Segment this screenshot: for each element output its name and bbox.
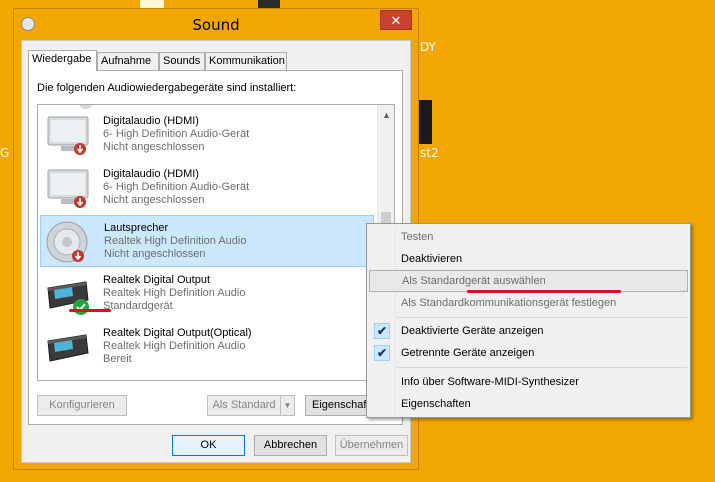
desktop-icon-tile-3 — [418, 100, 432, 144]
device-status: Bereit — [103, 353, 132, 365]
menu-item-set-default[interactable]: Als Standardgerät auswählen — [369, 270, 688, 292]
window-title: Sound — [192, 16, 240, 34]
default-check-badge-icon — [73, 299, 89, 315]
menu-separator — [397, 367, 687, 368]
context-menu: Testen Deaktivieren Als Standardgerät au… — [366, 223, 691, 418]
digital-receiver-icon — [47, 334, 89, 362]
desktop-label-g: G — [0, 146, 10, 160]
device-description: 6- High Definition Audio-Gerät — [103, 181, 250, 193]
device-item[interactable]: Realtek Digital Output(Optical) Realtek … — [40, 321, 392, 373]
device-description: Realtek High Definition Audio — [103, 287, 246, 299]
cancel-button[interactable]: Abbrechen — [254, 435, 327, 456]
device-item-selected[interactable]: Lautsprecher Realtek High Definition Aud… — [40, 215, 374, 267]
device-name: Realtek Digital Output(Optical) — [103, 327, 252, 339]
ok-button[interactable]: OK — [172, 435, 245, 456]
device-status: Nicht angeschlossen — [103, 194, 205, 206]
device-status: Standardgerät — [103, 300, 173, 312]
desktop-icon-tile-1 — [140, 0, 164, 8]
disconnected-badge-icon — [74, 143, 86, 155]
menu-item-deaktivieren[interactable]: Deaktivieren — [369, 248, 688, 270]
checkmark-icon: ✔ — [374, 345, 390, 361]
menu-item-show-disabled-devices[interactable]: ✔ Deaktivierte Geräte anzeigen — [369, 320, 688, 342]
menu-item-properties[interactable]: Eigenschaften — [369, 393, 688, 415]
checkmark-icon: ✔ — [374, 323, 390, 339]
device-list[interactable]: Digitalaudio (HDMI) 6- High Definition A… — [37, 104, 395, 381]
device-item[interactable]: Digitalaudio (HDMI) 6- High Definition A… — [40, 109, 374, 161]
device-item[interactable]: Digitalaudio (HDMI) 6- High Definition A… — [40, 162, 374, 214]
disconnected-badge-icon — [74, 196, 86, 208]
device-status: Nicht angeschlossen — [103, 141, 205, 153]
disconnected-badge-icon — [72, 250, 84, 262]
menu-item-label: Getrennte Geräte anzeigen — [401, 347, 535, 359]
panel-caption: Die folgenden Audiowiedergabegeräte sind… — [37, 82, 297, 94]
tab-sounds[interactable]: Sounds — [159, 52, 205, 70]
sound-window: Sound ✕ Wiedergabe Aufnahme Sounds Kommu… — [13, 8, 419, 470]
dialog-client-area: Wiedergabe Aufnahme Sounds Kommunikation… — [21, 40, 411, 463]
device-status: Nicht angeschlossen — [104, 248, 206, 260]
set-default-button[interactable]: Als Standard — [207, 395, 280, 416]
desktop-label-dy: DY — [420, 40, 436, 54]
tab-aufnahme[interactable]: Aufnahme — [97, 52, 159, 70]
apply-button[interactable]: Übernehmen — [335, 435, 408, 456]
menu-item-label: Deaktivierte Geräte anzeigen — [401, 325, 544, 337]
playback-panel: Die folgenden Audiowiedergabegeräte sind… — [28, 70, 403, 425]
device-description: Realtek High Definition Audio — [103, 340, 246, 352]
desktop-label-st2: st2 — [420, 146, 439, 160]
annotation-underline-speaker — [69, 309, 111, 312]
configure-button[interactable]: Konfigurieren — [37, 395, 127, 416]
menu-item-testen[interactable]: Testen — [369, 226, 688, 248]
device-name: Digitalaudio (HDMI) — [103, 168, 199, 180]
device-name: Digitalaudio (HDMI) — [103, 115, 199, 127]
device-description: 6- High Definition Audio-Gerät — [103, 128, 250, 140]
close-button[interactable]: ✕ — [380, 10, 412, 30]
title-bar[interactable]: Sound ✕ — [14, 9, 418, 39]
desktop-icon-tile-2 — [258, 0, 280, 8]
menu-item-show-disconnected-devices[interactable]: ✔ Getrennte Geräte anzeigen — [369, 342, 688, 364]
annotation-underline-set-default — [467, 290, 621, 293]
menu-separator — [397, 317, 687, 318]
menu-item-midi-info[interactable]: Info über Software-MIDI-Synthesizer — [369, 371, 688, 393]
menu-item-set-default-communication[interactable]: Als Standardkommunikationsgerät festlege… — [369, 292, 688, 314]
tab-kommunikation[interactable]: Kommunikation — [205, 52, 287, 70]
device-name: Realtek Digital Output — [103, 274, 210, 286]
scroll-up-arrow-icon[interactable]: ▲ — [378, 107, 394, 124]
device-item[interactable]: Realtek Digital Output Realtek High Defi… — [40, 268, 392, 320]
set-default-dropdown-arrow[interactable]: ▼ — [280, 395, 295, 416]
device-description: Realtek High Definition Audio — [104, 235, 247, 247]
device-name: Lautsprecher — [104, 222, 169, 234]
tab-wiedergabe[interactable]: Wiedergabe — [28, 50, 97, 71]
